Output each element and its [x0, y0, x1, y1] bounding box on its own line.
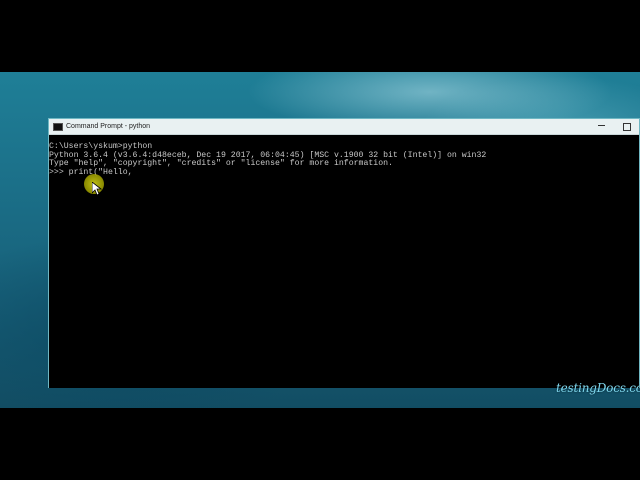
letterbox-top: [0, 0, 640, 72]
minimize-button[interactable]: [591, 119, 611, 134]
letterbox-bottom: [0, 408, 640, 480]
maximize-button[interactable]: [617, 119, 637, 134]
minimize-icon: [597, 125, 605, 126]
window-title: Command Prompt - python: [66, 123, 151, 130]
watermark-logo: testingDocs.com: [556, 381, 640, 395]
maximize-icon: [623, 123, 631, 131]
mouse-pointer-icon: [92, 182, 102, 196]
window-titlebar[interactable]: Command Prompt - python: [49, 119, 639, 135]
console-line: Type "help", "copyright", "credits" or "…: [49, 159, 393, 168]
console-output[interactable]: C:\Users\yskum>python Python 3.6.4 (v3.6…: [49, 135, 639, 388]
command-prompt-icon: [53, 123, 63, 131]
command-prompt-window[interactable]: Command Prompt - python C:\Users\yskum>p…: [48, 118, 640, 388]
console-input-line[interactable]: >>> print("Hello,: [49, 168, 639, 178]
